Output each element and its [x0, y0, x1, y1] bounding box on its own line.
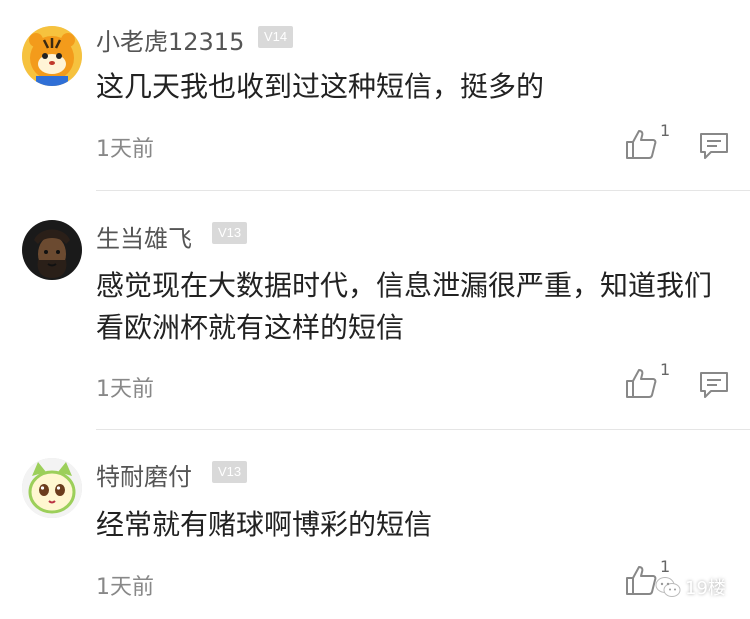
like-button[interactable]	[624, 564, 658, 596]
timestamp: 1天前	[96, 377, 154, 402]
like-button[interactable]	[624, 367, 658, 399]
like-count: 1	[660, 121, 671, 140]
comment-item: 小老虎12315 V14 这几天我也收到过这种短信，挺多的 1天前 1	[0, 0, 750, 190]
comment-text: 感觉现在大数据时代，信息泄漏很严重，知道我们看欧洲杯就有这样的短信	[96, 269, 713, 344]
comment-item: 生当雄飞 V13 感觉现在大数据时代，信息泄漏很严重，知道我们看欧洲杯就有这样的…	[0, 191, 750, 429]
avatar[interactable]	[22, 26, 82, 86]
level-badge: V13	[212, 222, 248, 244]
tiger-avatar-icon	[22, 26, 82, 86]
thumbs-up-icon	[626, 566, 657, 595]
comment-icon	[700, 372, 728, 398]
reply-button[interactable]	[698, 131, 730, 161]
level-badge: V13	[212, 461, 248, 483]
wechat-icon	[655, 577, 681, 597]
comment-text: 这几天我也收到过这种短信，挺多的	[96, 70, 545, 103]
thumbs-up-icon	[626, 369, 657, 398]
level-badge: V14	[258, 26, 294, 48]
reply-button[interactable]	[698, 370, 730, 400]
timestamp: 1天前	[96, 575, 154, 600]
username[interactable]: 生当雄飞	[96, 219, 192, 254]
avatar[interactable]	[22, 220, 82, 280]
avatar[interactable]	[22, 458, 82, 518]
like-count: 1	[660, 360, 671, 379]
username[interactable]: 特耐磨付	[96, 457, 192, 492]
comment-icon	[700, 133, 728, 159]
watermark: 19楼	[655, 574, 726, 600]
comment-item: 特耐磨付 V13 经常就有赌球啊博彩的短信 1天前 1	[0, 430, 750, 619]
username[interactable]: 小老虎12315	[96, 22, 244, 57]
cartoon-cat-avatar-icon	[22, 458, 82, 518]
pirate-avatar-icon	[22, 220, 82, 280]
watermark-text: 19楼	[685, 578, 726, 599]
like-button[interactable]	[624, 128, 658, 160]
timestamp: 1天前	[96, 137, 154, 162]
thumbs-up-icon	[626, 130, 657, 159]
comment-text: 经常就有赌球啊博彩的短信	[96, 508, 433, 541]
